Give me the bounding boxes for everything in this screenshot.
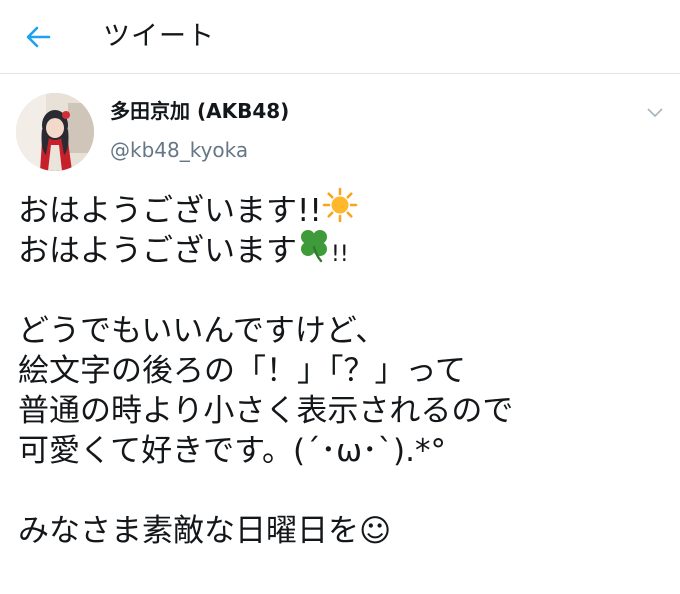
tweet-text-segment: !! xyxy=(331,242,349,267)
tweet-text-line: 可愛くて好きです。(´･ω･`).*° xyxy=(18,433,446,469)
page-title: ツイート xyxy=(103,21,215,52)
tweet-text-segment: おはようございます xyxy=(18,233,297,269)
tweet: 多田京加 (AKB48) @kb48_kyoka おはようございます!! おはよ… xyxy=(0,75,680,594)
back-button[interactable] xyxy=(18,20,58,54)
chevron-down-icon xyxy=(647,108,663,117)
tweet-text-line: おはようございます !! xyxy=(18,229,668,271)
tweet-text-line: みなさま素敵な日曜日を☺ xyxy=(18,513,392,549)
tweet-text-line: おはようございます!! xyxy=(18,187,668,231)
tweet-text-line: 普通の時より小さく表示されるので xyxy=(18,393,514,429)
author-display-name[interactable]: 多田京加 (AKB48) xyxy=(110,97,289,125)
tweet-text-segment: おはようございます!! xyxy=(18,193,322,229)
tweet-options-button[interactable] xyxy=(640,99,670,127)
tweet-text: おはようございます!! おはようございます !! どうでもいいんですけど、 絵文… xyxy=(18,187,668,551)
avatar[interactable] xyxy=(16,93,94,171)
back-arrow-icon xyxy=(26,26,51,48)
tweet-text-line: どうでもいいんですけど、 xyxy=(18,313,387,349)
author-handle[interactable]: @kb48_kyoka xyxy=(110,136,248,164)
tweet-text-line: 絵文字の後ろの「！」「？」って xyxy=(18,353,466,389)
avatar-image xyxy=(16,93,94,171)
top-bar: ツイート xyxy=(0,0,680,74)
four-leaf-clover-icon xyxy=(297,227,331,273)
